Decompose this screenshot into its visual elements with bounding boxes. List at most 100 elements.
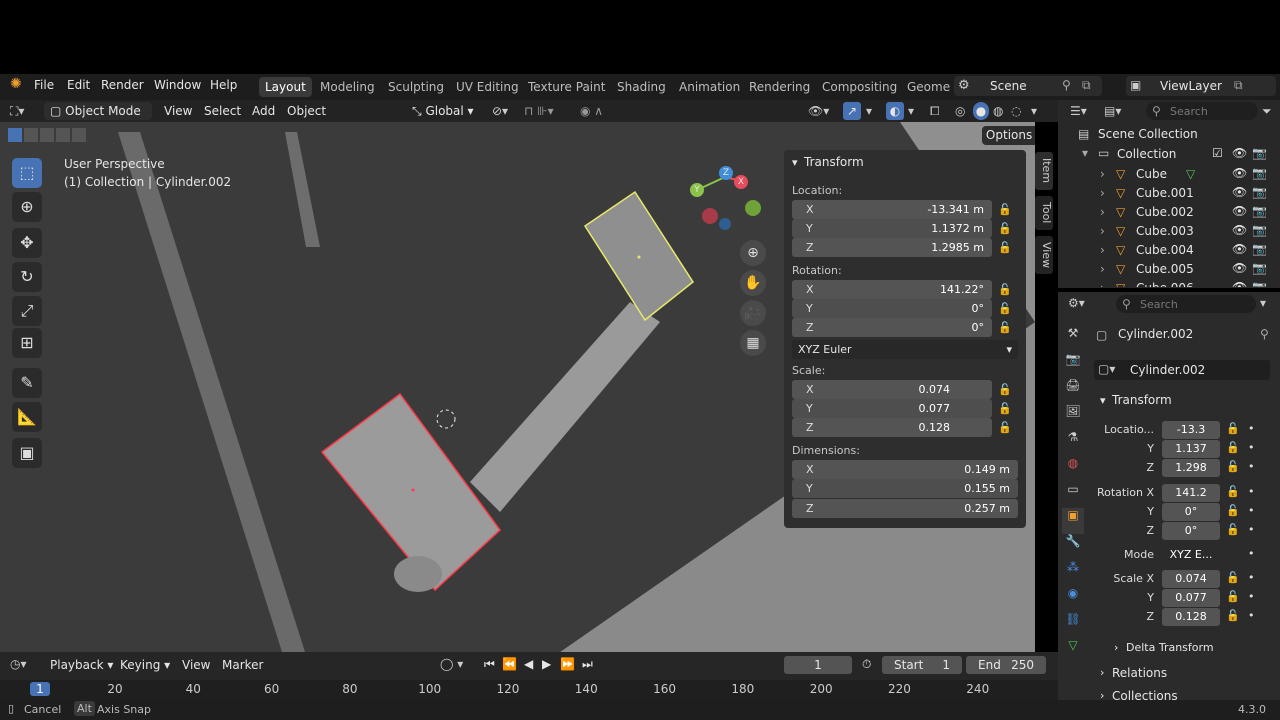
scale-z-field[interactable]: 0.128 bbox=[1162, 608, 1220, 626]
gizmo-neg-x[interactable] bbox=[702, 208, 718, 224]
tab-texture-paint[interactable]: Texture Paint bbox=[522, 77, 611, 97]
gizmo-dropdown-icon[interactable]: ▾ bbox=[866, 102, 872, 120]
pan-hand-icon[interactable]: ✋ bbox=[740, 270, 766, 296]
filter-icon[interactable]: ⏷ bbox=[1262, 104, 1272, 119]
delta-transform-section[interactable]: Delta Transform bbox=[1126, 641, 1214, 654]
transform-section-title[interactable]: Transform bbox=[1112, 393, 1172, 407]
keyframe-dot-icon[interactable]: • bbox=[1248, 422, 1255, 435]
current-frame-field[interactable]: 1 bbox=[784, 656, 852, 674]
chevron-down-icon[interactable]: ▾ bbox=[1260, 296, 1266, 310]
collections-section[interactable]: Collections bbox=[1112, 689, 1178, 700]
rotation-x-field[interactable]: 141.2 bbox=[1162, 484, 1220, 502]
display-mode-icon[interactable]: ▤▾ bbox=[1104, 104, 1121, 118]
rotation-y-field[interactable]: 0° bbox=[1162, 503, 1220, 521]
tab-rendering[interactable]: Rendering bbox=[743, 77, 816, 97]
lock-icon[interactable]: 🔓 bbox=[1226, 609, 1240, 622]
lock-icon[interactable]: 🔓 bbox=[1226, 590, 1240, 603]
material-shading-icon[interactable]: ◍ bbox=[993, 102, 1003, 120]
gizmo-x-axis[interactable]: X bbox=[734, 175, 748, 189]
camera-view-icon[interactable]: 🎥 bbox=[740, 300, 766, 326]
overlay-dropdown-icon[interactable]: ▾ bbox=[908, 102, 914, 120]
lock-icon[interactable]: 🔓 bbox=[998, 203, 1012, 216]
lock-icon[interactable]: 🔓 bbox=[998, 321, 1012, 334]
rotation-mode-dropdown[interactable]: XYZ Euler ▾ bbox=[792, 340, 1018, 359]
location-y-field[interactable]: Y 1.1372 m bbox=[792, 219, 992, 238]
render-camera-icon[interactable]: 📷 bbox=[1252, 223, 1267, 237]
tab-item[interactable]: Item bbox=[1035, 152, 1053, 190]
outliner-editor-icon[interactable]: ☰▾ bbox=[1070, 104, 1087, 118]
mode-dropdown[interactable]: ▢ Object Mode ▾ bbox=[44, 102, 152, 136]
rendered-shading-icon[interactable]: ◌ bbox=[1011, 102, 1021, 120]
new-scene-icon[interactable]: ⧉ bbox=[1082, 78, 1091, 93]
preview-range-clock-icon[interactable]: ⏱ bbox=[862, 657, 871, 672]
scale-y-field[interactable]: Y 0.077 bbox=[792, 399, 992, 418]
lock-icon[interactable]: 🔓 bbox=[998, 421, 1012, 434]
rotation-z-field[interactable]: 0° bbox=[1162, 522, 1220, 540]
gizmo-neg-z[interactable] bbox=[719, 218, 731, 230]
jump-next-key-icon[interactable]: ⏩ bbox=[560, 657, 575, 671]
menu-add[interactable]: Add bbox=[252, 102, 275, 120]
expand-arrow-icon[interactable]: › bbox=[1100, 281, 1105, 287]
expand-arrow-icon[interactable]: › bbox=[1100, 167, 1105, 181]
snap-icon[interactable]: ⊓ ⊪▾ bbox=[524, 102, 554, 120]
tab-tool[interactable]: Tool bbox=[1035, 196, 1053, 230]
location-x-field[interactable]: -13.3 bbox=[1162, 421, 1220, 439]
jump-prev-key-icon[interactable]: ⏪ bbox=[502, 657, 517, 671]
playback-menu[interactable]: Playback ▾ bbox=[50, 658, 113, 672]
rotation-x-field[interactable]: X 141.22° bbox=[792, 280, 992, 299]
render-camera-icon[interactable]: 📷 bbox=[1252, 166, 1267, 180]
exclude-checkbox[interactable]: ☑ bbox=[1212, 146, 1223, 160]
expand-arrow-icon[interactable]: › bbox=[1100, 224, 1105, 238]
jump-start-icon[interactable]: ⏮ bbox=[484, 657, 495, 672]
menu-window[interactable]: Window bbox=[154, 78, 201, 92]
scale-x-field[interactable]: 0.074 bbox=[1162, 570, 1220, 588]
wireframe-shading-icon[interactable]: ◎ bbox=[955, 102, 965, 120]
rotation-y-field[interactable]: Y 0° bbox=[792, 299, 992, 318]
render-camera-icon[interactable]: 📷 bbox=[1252, 204, 1267, 218]
xray-icon[interactable]: ⧠ bbox=[930, 102, 940, 120]
lock-icon[interactable]: 🔓 bbox=[998, 383, 1012, 396]
keyframe-dot-icon[interactable]: • bbox=[1248, 590, 1255, 603]
menu-file[interactable]: File bbox=[34, 78, 54, 92]
editor-type-icon[interactable]: ⛶▾ bbox=[10, 102, 24, 120]
scale-x-field[interactable]: X 0.074 bbox=[792, 380, 992, 399]
cursor-icon[interactable]: ⊕ bbox=[12, 192, 42, 222]
visibility-eye-icon[interactable]: 👁 bbox=[1232, 185, 1247, 199]
visibility-eye-icon[interactable]: 👁 bbox=[1232, 223, 1247, 237]
pivot-icon[interactable]: ⊘▾ bbox=[492, 102, 508, 120]
menu-render[interactable]: Render bbox=[101, 78, 144, 92]
lock-icon[interactable]: 🔓 bbox=[1226, 504, 1240, 517]
keyframe-dot-icon[interactable]: • bbox=[1248, 485, 1255, 498]
outliner-item[interactable]: › ▽ Cube.004 👁 📷 bbox=[1058, 241, 1280, 260]
expand-arrow-icon[interactable]: › bbox=[1100, 262, 1105, 276]
lock-icon[interactable]: 🔓 bbox=[1226, 422, 1240, 435]
properties-editor-icon[interactable]: ⚙▾ bbox=[1068, 296, 1085, 310]
tab-compositing[interactable]: Compositing bbox=[816, 77, 903, 97]
measure-icon[interactable]: 📐 bbox=[12, 402, 42, 432]
menu-edit[interactable]: Edit bbox=[67, 78, 90, 92]
scene-selector[interactable]: ⚙ Scene ⚲ ⧉ bbox=[954, 76, 1102, 96]
start-frame-field[interactable]: Start 1 bbox=[882, 656, 962, 674]
location-z-field[interactable]: Z 1.2985 m bbox=[792, 238, 992, 257]
timeline-editor-icon[interactable]: ◷▾ bbox=[10, 657, 27, 671]
visibility-eye-icon[interactable]: 👁 bbox=[1232, 242, 1247, 256]
play-icon[interactable]: ▶ bbox=[542, 657, 551, 671]
jump-end-icon[interactable]: ⏭ bbox=[582, 657, 593, 672]
outliner-item[interactable]: › ▽ Cube.003 👁 📷 bbox=[1058, 222, 1280, 241]
outliner-item[interactable]: › ▽ Cube.006 👁 📷 bbox=[1058, 279, 1280, 287]
outliner-item[interactable]: › ▽ Cube.001 👁 📷 bbox=[1058, 184, 1280, 203]
transform-icon[interactable]: ⊞ bbox=[12, 328, 42, 358]
dimensions-y-field[interactable]: Y 0.155 m bbox=[792, 479, 1018, 498]
annotate-icon[interactable]: ✎ bbox=[12, 368, 42, 398]
keyframe-dot-icon[interactable]: • bbox=[1248, 547, 1255, 560]
render-tab-icon[interactable]: 📷 bbox=[1062, 352, 1084, 378]
proportional-edit-icon[interactable]: ◉ ∧ bbox=[580, 102, 603, 120]
tab-sculpting[interactable]: Sculpting bbox=[382, 77, 450, 97]
menu-help[interactable]: Help bbox=[210, 78, 237, 92]
dimensions-x-field[interactable]: X 0.149 m bbox=[792, 460, 1018, 479]
keyframe-dot-icon[interactable]: • bbox=[1248, 523, 1255, 536]
render-camera-icon[interactable]: 📷 bbox=[1252, 185, 1267, 199]
select-box-icon[interactable]: ⬚ bbox=[12, 158, 42, 188]
solid-shading-icon[interactable]: ● bbox=[973, 102, 989, 120]
dimensions-z-field[interactable]: Z 0.257 m bbox=[792, 499, 1018, 518]
